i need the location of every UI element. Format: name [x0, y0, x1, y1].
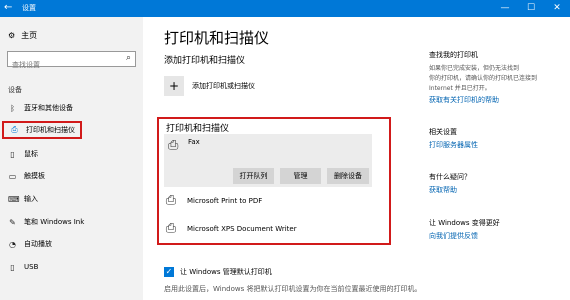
add-section-title: 添加打印机和扫描仪 [164, 56, 246, 66]
printer-icon: ⎙ [165, 221, 177, 236]
related-settings-title: 相关设置 [429, 128, 457, 136]
printer-icon: ⎙ [165, 193, 177, 208]
sidebar-item-bluetooth[interactable]: ᛒ 蓝牙和其他设备 [8, 101, 73, 115]
minimize-button[interactable]: — [492, 0, 518, 17]
sidebar-item-label: 触摸板 [24, 172, 45, 180]
sidebar-item-autoplay[interactable]: ◔ 自动播放 [8, 237, 52, 251]
printers-list-highlight: 打印机和扫描仪 ⎙ Fax 打开队列 管理 删除设备 ⎙ Microsoft P… [157, 117, 391, 245]
printer-item-fax[interactable]: ⎙ Fax 打开队列 管理 删除设备 [164, 134, 372, 187]
sidebar-item-mouse[interactable]: ▯ 鼠标 [8, 147, 38, 161]
plus-icon: + [164, 76, 184, 96]
find-printer-text-3: Internet 并且已打开。 [429, 85, 491, 92]
touchpad-icon: ▭ [8, 171, 17, 181]
sidebar-item-label: 打印机和扫描仪 [26, 126, 75, 134]
printer-item-pdf[interactable]: ⎙ Microsoft Print to PDF [164, 193, 263, 208]
sidebar-home[interactable]: ⚙ 主页 [8, 30, 37, 41]
search-icon[interactable]: ⌕ [126, 53, 131, 63]
default-printer-checkbox[interactable]: ✓ 让 Windows 管理默认打印机 [164, 267, 272, 277]
checkbox-label: 让 Windows 管理默认打印机 [180, 268, 272, 276]
gear-icon: ⚙ [8, 31, 16, 40]
back-arrow-icon[interactable]: ← [4, 2, 12, 14]
sidebar-section-title: 设备 [8, 86, 22, 94]
search-input[interactable] [8, 58, 118, 72]
usb-icon: ▯ [10, 262, 15, 272]
related-panel: 查找我的打印机 如果你已完成安装，但仍无法找到 你的打印机，请确认你的打印机已连… [429, 17, 570, 300]
mouse-icon: ▯ [10, 149, 15, 159]
open-queue-button[interactable]: 打开队列 [233, 168, 274, 184]
checkbox-description: 启用此设置后，Windows 将把默认打印机设置为你在当前位置最近使用的打印机。 [164, 285, 422, 293]
page-title: 打印机和扫描仪 [164, 29, 270, 47]
bluetooth-icon: ᛒ [10, 103, 15, 113]
sidebar-item-usb[interactable]: ▯ USB [8, 260, 38, 274]
print-server-properties-link[interactable]: 打印服务器属性 [429, 140, 478, 150]
remove-device-button[interactable]: 删除设备 [327, 168, 369, 184]
autoplay-icon: ◔ [9, 239, 16, 249]
find-printer-text-1: 如果你已完成安装，但仍无法找到 [429, 65, 520, 72]
sidebar-item-label: USB [24, 263, 39, 271]
printer-name: Fax [188, 138, 200, 146]
sidebar-item-label: 输入 [24, 195, 38, 203]
find-printer-text-2: 你的打印机，请确认你的打印机已连接到 [429, 75, 538, 82]
printer-name: Microsoft Print to PDF [187, 196, 263, 205]
printer-name: Microsoft XPS Document Writer [187, 224, 297, 233]
improve-windows-title: 让 Windows 变得更好 [429, 219, 500, 227]
sidebar-item-input[interactable]: ⌨ 输入 [8, 192, 38, 206]
printer-item-xps[interactable]: ⎙ Microsoft XPS Document Writer [164, 221, 297, 236]
manage-button[interactable]: 管理 [280, 168, 321, 184]
sidebar-item-label: 自动播放 [24, 240, 52, 248]
sidebar-item-label: 蓝牙和其他设备 [24, 104, 73, 112]
add-printer-button[interactable]: + 添加打印机或扫描仪 [164, 76, 255, 96]
sidebar-item-label: 笔和 Windows Ink [24, 218, 85, 226]
sidebar-item-printers[interactable]: ⎙ 打印机和扫描仪 [2, 121, 82, 139]
close-button[interactable]: ✕ [544, 0, 570, 17]
window-title: 设置 [22, 4, 36, 12]
printer-icon: ⎙ [11, 125, 18, 134]
pen-icon: ✎ [9, 217, 16, 227]
add-printer-label: 添加打印机或扫描仪 [192, 82, 255, 90]
sidebar-item-label: 鼠标 [24, 150, 38, 158]
sidebar-item-pen[interactable]: ✎ 笔和 Windows Ink [8, 215, 84, 229]
maximize-button[interactable]: ☐ [518, 0, 544, 17]
search-box[interactable]: ⌕ [7, 51, 136, 72]
find-printer-title: 查找我的打印机 [429, 51, 478, 59]
fax-printer-icon: ⎙ [168, 138, 179, 153]
checkmark-icon[interactable]: ✓ [164, 267, 174, 277]
printer-help-link[interactable]: 获取有关打印机的帮助 [429, 95, 499, 105]
sidebar-item-touchpad[interactable]: ▭ 触摸板 [8, 169, 45, 183]
home-label: 主页 [21, 31, 38, 40]
keyboard-icon: ⌨ [8, 194, 20, 204]
sidebar: ⚙ 主页 ⌕ 设备 ᛒ 蓝牙和其他设备 ⎙ 打印机和扫描仪 ▯ 鼠标 ▭ 触摸板… [0, 17, 143, 300]
questions-title: 有什么疑问？ [429, 173, 471, 181]
title-bar: ← 设置 — ☐ ✕ [0, 0, 570, 17]
feedback-link[interactable]: 向我们提供反馈 [429, 231, 478, 241]
printers-list-title: 打印机和扫描仪 [166, 124, 230, 134]
get-help-link[interactable]: 获取帮助 [429, 185, 457, 195]
